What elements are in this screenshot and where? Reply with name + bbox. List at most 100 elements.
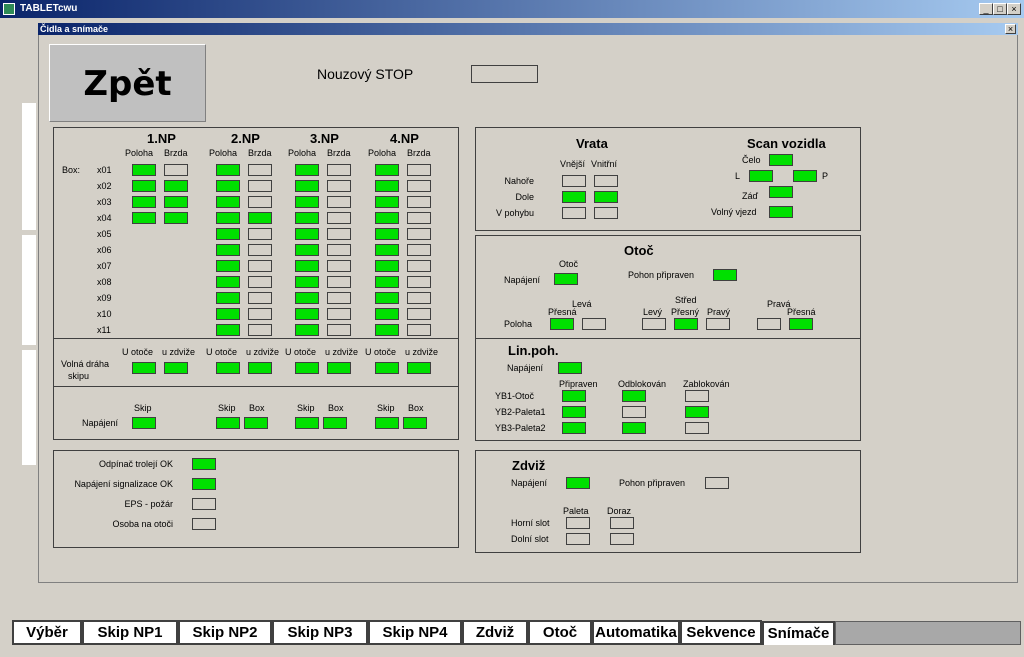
inner-close-button[interactable]: × xyxy=(1005,24,1016,34)
box-row-label: x05 xyxy=(97,229,112,239)
otoc-pravy-label: Pravý xyxy=(707,307,731,317)
tab-sekvence[interactable]: Sekvence xyxy=(680,620,762,645)
zdviz-power-indicator xyxy=(566,477,590,489)
linpoh-odblokovan-indicator xyxy=(622,390,646,402)
box-row-label: x04 xyxy=(97,213,112,223)
tab-skip-np1[interactable]: Skip NP1 xyxy=(82,620,178,645)
brzda-indicator xyxy=(407,276,431,288)
poloha-indicator xyxy=(295,228,319,240)
poloha-indicator xyxy=(216,212,240,224)
brzda-indicator xyxy=(327,228,351,240)
tab-skip-np2[interactable]: Skip NP2 xyxy=(178,620,272,645)
brzda-indicator xyxy=(327,276,351,288)
otoc-levy-indicator xyxy=(642,318,666,330)
skip-power-indicator xyxy=(216,417,240,429)
vrata-vnejsi-indicator xyxy=(562,191,586,203)
brzda-indicator xyxy=(327,164,351,176)
free-path-label-2: skipu xyxy=(68,371,90,381)
poloha-indicator xyxy=(216,324,240,336)
brzda-indicator xyxy=(407,324,431,336)
tab-oto-[interactable]: Otoč xyxy=(528,620,592,645)
u-otoce-indicator xyxy=(216,362,240,374)
col-skip-label: Skip xyxy=(377,403,395,413)
brzda-indicator xyxy=(248,180,272,192)
col-u-zdvize-label: u zdviže xyxy=(246,347,280,357)
brzda-indicator xyxy=(248,212,272,224)
col-brzda-label: Brzda xyxy=(164,148,188,158)
otoc-presny-indicator xyxy=(674,318,698,330)
col-vnitrni-label: Vnitřní xyxy=(591,159,618,169)
zdviz-paleta-indicator xyxy=(566,533,590,545)
col-u-zdvize-label: u zdviže xyxy=(162,347,196,357)
back-button[interactable]: Zpět xyxy=(49,44,206,122)
tab-v-b-r[interactable]: Výběr xyxy=(12,620,82,645)
otoc-power-label: Napájení xyxy=(504,275,541,285)
tab-automatika[interactable]: Automatika xyxy=(592,620,680,645)
brzda-indicator xyxy=(164,196,188,208)
otoc-prava-presna-indicator xyxy=(789,318,813,330)
col-vnejsi-label: Vnější xyxy=(560,159,586,169)
poloha-indicator xyxy=(216,228,240,240)
app-title: TABLETcwu xyxy=(20,3,78,14)
scan-zad-indicator xyxy=(769,186,793,198)
status-label: Napájení signalizace OK xyxy=(74,479,173,489)
side-strip xyxy=(22,103,36,230)
brzda-indicator xyxy=(248,292,272,304)
poloha-indicator xyxy=(375,308,399,320)
box-power-indicator xyxy=(323,417,347,429)
poloha-indicator xyxy=(295,212,319,224)
zdviz-doraz-indicator xyxy=(610,517,634,529)
maximize-button[interactable]: □ xyxy=(993,3,1007,15)
poloha-indicator xyxy=(295,276,319,288)
tab-sn-ma-e[interactable]: Snímače xyxy=(762,621,835,645)
otoc-presny-label: Přesný xyxy=(671,307,700,317)
col-box-label: Box xyxy=(249,403,265,413)
poloha-indicator xyxy=(216,308,240,320)
poloha-indicator xyxy=(295,324,319,336)
zdviz-drive-label: Pohon připraven xyxy=(619,478,686,488)
close-button[interactable]: × xyxy=(1007,3,1021,15)
tab-zdvi-[interactable]: Zdviž xyxy=(462,620,528,645)
brzda-indicator xyxy=(327,324,351,336)
minimize-button[interactable]: _ xyxy=(979,3,993,15)
col-skip-label: Skip xyxy=(134,403,152,413)
box-row-label: x09 xyxy=(97,293,112,303)
poloha-indicator xyxy=(295,308,319,320)
floor-header-1: 1.NP xyxy=(147,131,176,146)
zdviz-row-label: Horní slot xyxy=(511,518,550,528)
brzda-indicator xyxy=(327,260,351,272)
poloha-indicator xyxy=(132,196,156,208)
zdviz-power-label: Napájení xyxy=(511,478,548,488)
linpoh-zablokovan-indicator xyxy=(685,406,709,418)
linpoh-odblokovan-indicator xyxy=(622,422,646,434)
u-zdvize-indicator xyxy=(327,362,351,374)
col-box-label: Box xyxy=(408,403,424,413)
otoc-drive-label: Pohon připraven xyxy=(628,270,695,280)
poloha-indicator xyxy=(132,164,156,176)
tab-skip-np4[interactable]: Skip NP4 xyxy=(368,620,462,645)
status-indicator xyxy=(192,498,216,510)
poloha-indicator xyxy=(216,196,240,208)
emergency-stop-indicator xyxy=(471,65,538,83)
u-zdvize-indicator xyxy=(164,362,188,374)
vrata-row-label: Dole xyxy=(515,192,534,202)
divider xyxy=(475,338,861,339)
otoc-sub-label: Otoč xyxy=(559,259,579,269)
side-strip xyxy=(22,350,36,465)
scan-p-label: P xyxy=(822,171,829,181)
u-otoce-indicator xyxy=(375,362,399,374)
scan-zad-label: Záď xyxy=(742,191,759,201)
box-row-label: x10 xyxy=(97,309,112,319)
linpoh-pripraven-indicator xyxy=(562,422,586,434)
zdviz-paleta-indicator xyxy=(566,517,590,529)
u-zdvize-indicator xyxy=(407,362,431,374)
status-indicator xyxy=(192,518,216,530)
tab-skip-np3[interactable]: Skip NP3 xyxy=(272,620,368,645)
brzda-indicator xyxy=(407,260,431,272)
brzda-indicator xyxy=(164,164,188,176)
skip-power-indicator xyxy=(375,417,399,429)
poloha-indicator xyxy=(375,164,399,176)
poloha-indicator xyxy=(216,180,240,192)
floor-header-3: 3.NP xyxy=(310,131,339,146)
otoc-leva-presna-indicator xyxy=(550,318,574,330)
